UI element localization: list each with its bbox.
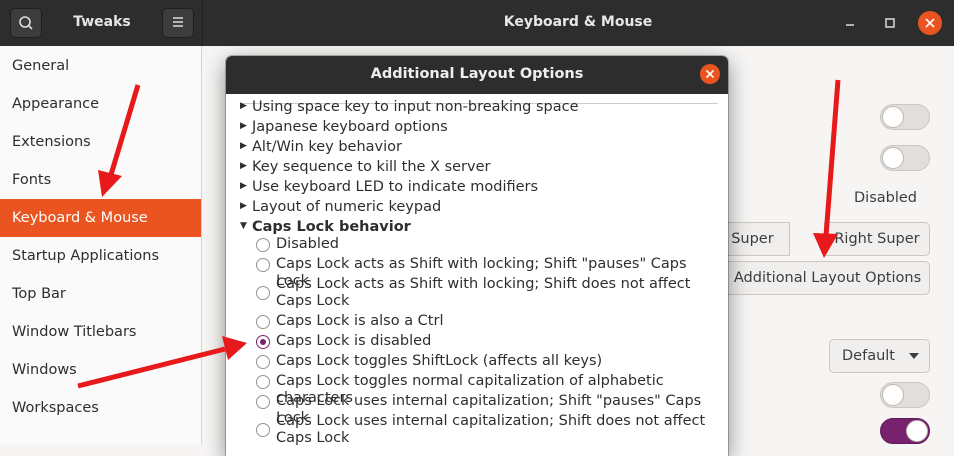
disabled-value: Disabled [854,190,917,206]
expander-down-icon: ▼ [240,221,247,231]
section-caps-lock-behavior[interactable]: ▼ Caps Lock behavior [240,219,411,235]
toggle-switch[interactable] [880,145,930,171]
expander-right-icon: ▶ [240,101,247,111]
sidebar-item-extensions[interactable]: Extensions [0,123,201,161]
search-button[interactable] [10,8,42,38]
sidebar-item-window-titlebars[interactable]: Window Titlebars [0,313,201,351]
sidebar-item-top-bar[interactable]: Top Bar [0,275,201,313]
radio-button[interactable] [256,375,270,389]
minimize-button[interactable] [838,11,862,35]
minimize-icon [846,24,854,26]
sidebar-item-keyboard-mouse[interactable]: Keyboard & Mouse [0,199,201,237]
search-icon [19,16,33,30]
accel-profile-select[interactable]: Default [829,339,930,373]
section-label: Layout of numeric keypad [252,199,442,215]
sidebar: General Appearance Extensions Fonts Keyb… [0,46,202,444]
sidebar-item-appearance[interactable]: Appearance [0,85,201,123]
section-label: Use keyboard LED to indicate modifiers [252,179,539,195]
radio-label: Caps Lock uses internal capitalization; … [276,413,706,446]
switch-knob [882,147,904,169]
maximize-icon [885,18,895,28]
toggle-switch-on[interactable] [880,418,930,444]
radio-button[interactable] [256,395,270,409]
sidebar-item-workspaces[interactable]: Workspaces [0,389,201,427]
section-alt-win-key[interactable]: ▶ Alt/Win key behavior [240,139,402,155]
radio-label: Caps Lock acts as Shift with locking; Sh… [276,276,691,309]
section-label: Alt/Win key behavior [252,139,402,155]
section-label: Caps Lock behavior [252,219,411,235]
section-numeric-keypad[interactable]: ▶ Layout of numeric keypad [240,199,441,215]
section-japanese-keyboard[interactable]: ▶ Japanese keyboard options [240,119,448,135]
additional-layout-options-button[interactable]: Additional Layout Options [725,261,930,295]
menu-button[interactable] [162,8,194,38]
section-non-breaking-space[interactable]: ▶ Using space key to input non-breaking s… [240,99,579,115]
section-label: Using space key to input non-breaking sp… [252,99,579,115]
maximize-button[interactable] [878,11,902,35]
switch-knob [906,420,928,442]
expander-right-icon: ▶ [240,141,247,151]
radio-button[interactable] [256,315,270,329]
radio-label: Disabled [276,236,339,252]
hamburger-icon [173,17,183,27]
radio-button-checked[interactable] [256,335,270,349]
header-bar: Tweaks Keyboard & Mouse [0,0,954,46]
toggle-switch[interactable] [880,104,930,130]
dialog-body: ▶ Using space key to input non-breaking s… [226,94,728,456]
radio-button[interactable] [256,238,270,252]
sidebar-item-general[interactable]: General [0,47,201,85]
sidebar-item-startup-applications[interactable]: Startup Applications [0,237,201,275]
additional-layout-options-dialog: Additional Layout Options ▶ Using space k… [226,56,728,456]
toggle-switch[interactable] [880,382,930,408]
expander-right-icon: ▶ [240,161,247,171]
section-kill-x-server[interactable]: ▶ Key sequence to kill the X server [240,159,491,175]
switch-knob [882,106,904,128]
expander-right-icon: ▶ [240,181,247,191]
radio-button[interactable] [256,355,270,369]
switch-knob [882,384,904,406]
close-button[interactable] [918,11,942,35]
right-super-button[interactable]: Right Super [824,222,930,256]
close-icon [705,69,715,79]
dialog-title: Additional Layout Options [370,66,584,82]
section-keyboard-led[interactable]: ▶ Use keyboard LED to indicate modifiers [240,179,538,195]
dialog-close-button[interactable] [700,64,720,84]
header-left: Tweaks [0,0,203,46]
radio-button[interactable] [256,286,270,300]
section-label: Key sequence to kill the X server [252,159,491,175]
radio-label: Caps Lock is also a Ctrl [276,313,444,329]
close-icon [925,18,935,28]
sidebar-item-windows[interactable]: Windows [0,351,201,389]
radio-button[interactable] [256,258,270,272]
select-value: Default [842,348,895,364]
app-title: Tweaks [73,14,131,30]
chevron-down-icon [909,353,919,359]
expander-right-icon: ▶ [240,121,247,131]
radio-label: Caps Lock is disabled [276,333,432,349]
sidebar-item-fonts[interactable]: Fonts [0,161,201,199]
section-label: Japanese keyboard options [252,119,448,135]
dialog-header: Additional Layout Options [226,56,728,94]
expander-right-icon: ▶ [240,201,247,211]
radio-label: Caps Lock toggles ShiftLock (affects all… [276,353,603,369]
radio-button[interactable] [256,423,270,437]
